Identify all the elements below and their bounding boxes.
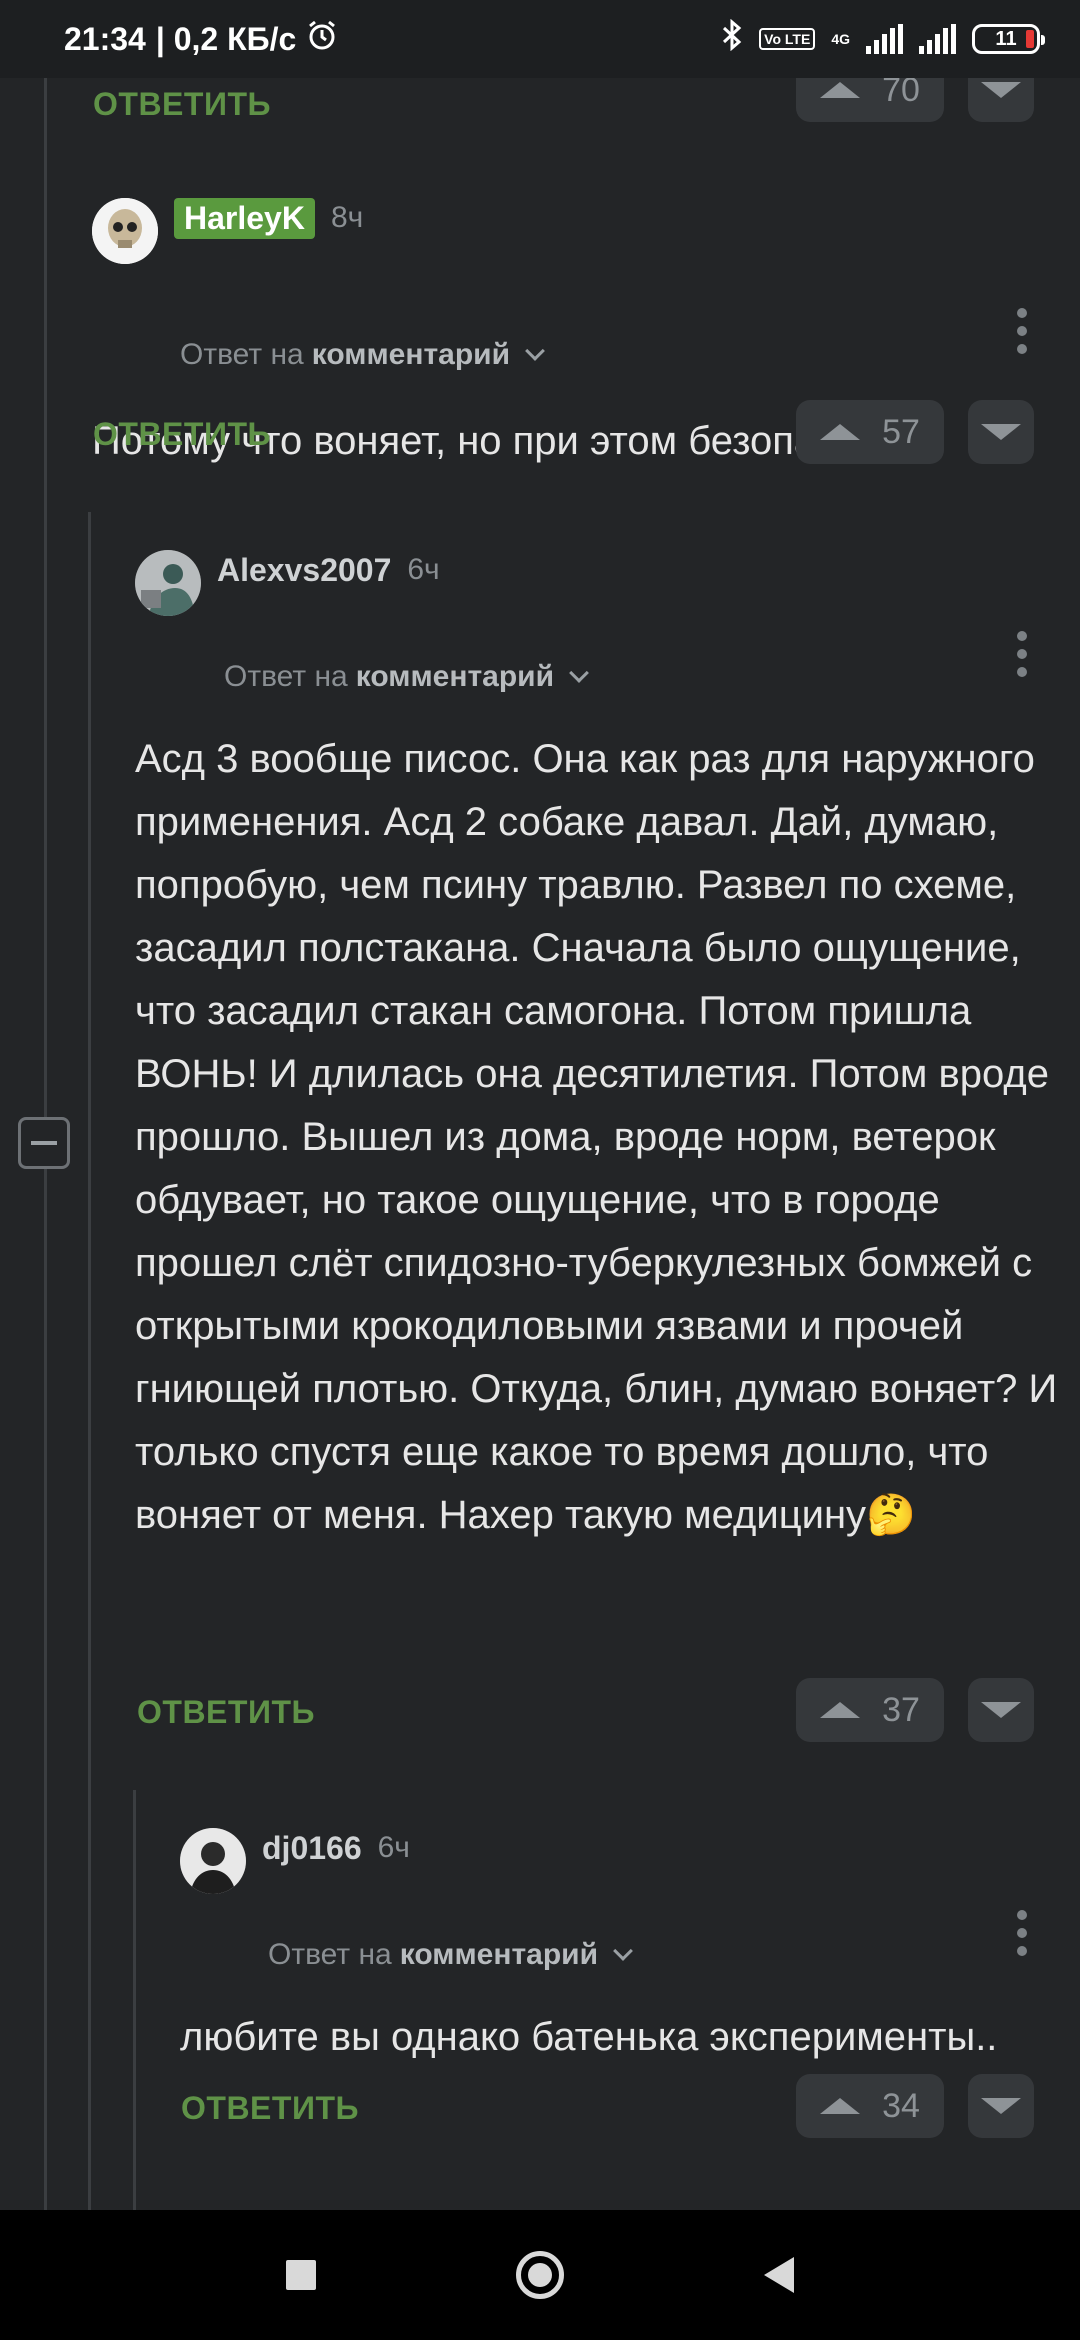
chevron-down-icon [613,1941,633,1961]
avatar[interactable] [180,1828,246,1894]
comment-header: HarleyK 8ч [92,197,364,264]
downvote-button[interactable] [968,78,1034,122]
arrow-down-icon [981,424,1021,440]
downvote-button[interactable] [968,400,1034,464]
reply-to-target: комментарий [355,660,555,693]
comment-text: любите вы однако батенька эксперименты.. [180,2015,998,2059]
arrow-down-icon [981,1702,1021,1718]
reply-to-prefix: Ответ на [268,1938,392,1971]
back-icon[interactable] [764,2257,794,2293]
network-speed: | 0,2 КБ/с [155,20,297,57]
upvote-button[interactable]: 37 [796,1678,944,1742]
avatar[interactable] [92,198,158,264]
recents-icon[interactable] [286,2260,316,2290]
upvote-button[interactable]: 70 [796,78,944,122]
upvote-button[interactable]: 34 [796,2074,944,2138]
more-options-icon[interactable] [1016,631,1028,677]
comment-time: 8ч [330,201,364,234]
more-options-icon[interactable] [1016,308,1028,354]
author-name[interactable]: Alexvs2007 [217,552,391,589]
status-bar: 21:34 | 0,2 КБ/с Vo LTE 4G 11 [0,0,1080,78]
vote-count: 70 [882,78,920,109]
system-navigation-bar [0,2210,1080,2340]
downvote-button[interactable] [968,1678,1034,1742]
reply-to-link[interactable]: Ответ на комментарий [224,660,589,694]
arrow-down-icon [981,2098,1021,2114]
upvote-button[interactable]: 57 [796,400,944,464]
reply-button[interactable]: ОТВЕТИТЬ [93,86,271,123]
comment-header: Alexvs2007 6ч [135,550,440,616]
bluetooth-icon [721,18,743,59]
alarm-icon [306,19,338,59]
chevron-down-icon [525,341,545,361]
reply-to-target: комментарий [399,1938,599,1971]
comment-harleyk: HarleyK 8ч Ответ на комментарий Потому ч… [0,197,1080,528]
avatar[interactable] [135,550,201,616]
battery-icon: 11 [972,24,1045,54]
arrow-up-icon [820,1702,861,1718]
reply-to-link[interactable]: Ответ на комментарий [180,338,545,372]
home-icon[interactable] [516,2251,564,2299]
reply-button[interactable]: ОТВЕТИТЬ [93,416,271,453]
comment-header: dj0166 6ч [180,1828,410,1894]
reply-to-target: комментарий [311,338,511,371]
reply-to-prefix: Ответ на [180,338,304,371]
reply-button[interactable]: ОТВЕТИТЬ [137,1694,315,1731]
battery-level: 11 [995,27,1017,50]
more-options-icon[interactable] [1016,1910,1028,1956]
thread-line-level2 [88,512,91,2210]
author-name[interactable]: dj0166 [262,1830,362,1867]
arrow-up-icon [820,424,861,440]
comment-time: 6ч [377,1831,410,1864]
reply-to-link[interactable]: Ответ на комментарий [268,1938,633,1972]
thread-line-level3 [133,1790,136,2210]
arrow-down-icon [981,82,1021,98]
downvote-button[interactable] [968,2074,1034,2138]
arrow-up-icon [820,82,861,98]
comment-text: Асд 3 вообще писос. Она как раз для нару… [135,737,1058,1537]
signal-icon-sim2 [919,24,956,54]
comment-previous: ОТВЕТИТЬ 70 [0,78,1080,138]
author-name[interactable]: HarleyK [174,197,315,239]
collapse-thread-button[interactable] [18,1117,70,1169]
chevron-down-icon [569,663,589,683]
signal-icon-sim1 [866,24,903,54]
vote-count: 37 [882,1690,920,1729]
vote-count: 57 [882,412,920,451]
reply-button[interactable]: ОТВЕТИТЬ [181,2090,359,2127]
clock: 21:34 [64,20,146,57]
comments-feed: ОТВЕТИТЬ 70 HarleyK 8ч Ответ на коммента… [0,78,1080,2210]
network-type: 4G [831,31,850,47]
comment-time: 6ч [407,553,440,586]
reply-to-prefix: Ответ на [224,660,348,693]
vote-count: 34 [882,2086,920,2125]
volte-icon: Vo LTE [759,28,816,50]
arrow-up-icon [820,2098,861,2114]
